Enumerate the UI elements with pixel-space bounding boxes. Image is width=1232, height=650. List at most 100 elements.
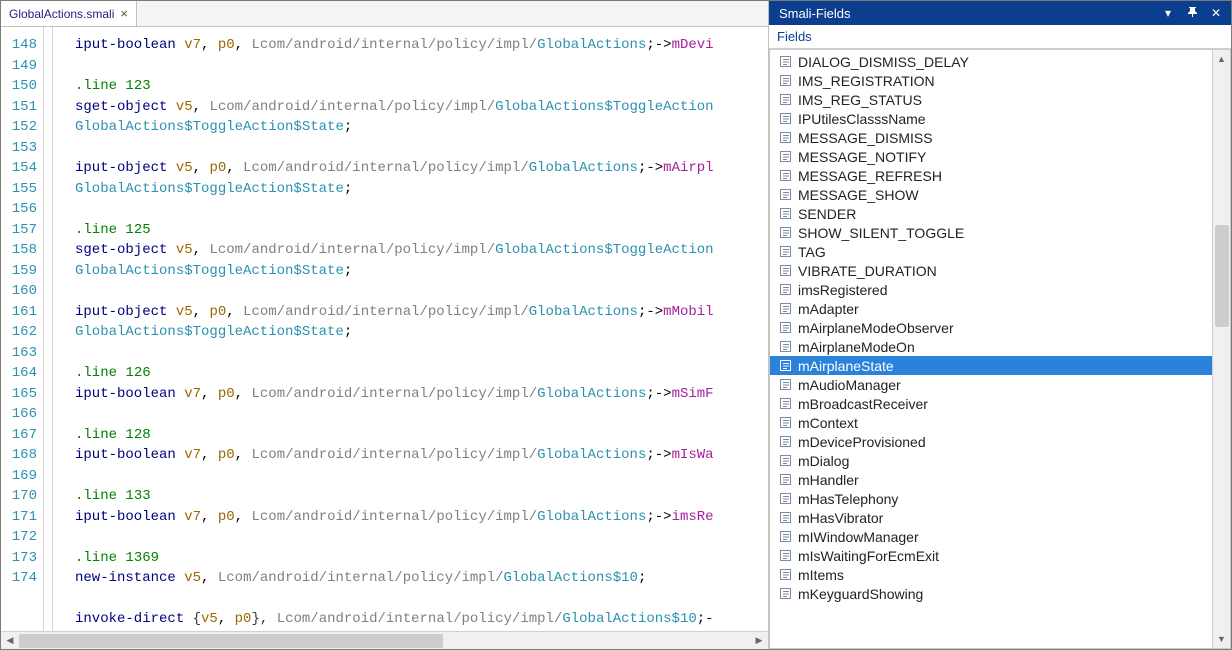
code-line[interactable]: GlobalActions;)V	[75, 630, 768, 632]
field-icon	[778, 473, 792, 487]
code-line[interactable]	[75, 199, 768, 220]
hscroll-track[interactable]	[19, 632, 750, 649]
field-item[interactable]: MESSAGE_NOTIFY	[770, 147, 1212, 166]
field-label: mIsWaitingForEcmExit	[798, 548, 939, 564]
vertical-scrollbar[interactable]: ▲ ▼	[1212, 50, 1230, 648]
field-label: mHandler	[798, 472, 859, 488]
field-item[interactable]: DIALOG_DISMISS_DELAY	[770, 52, 1212, 71]
field-label: mAdapter	[798, 301, 859, 317]
field-label: mDialog	[798, 453, 849, 469]
code-line[interactable]: iput-boolean v7, p0, Lcom/android/intern…	[75, 35, 768, 56]
code-line[interactable]: GlobalActions$ToggleAction$State;	[75, 117, 768, 138]
code-area[interactable]: 1481491501511521531541551561571581591601…	[1, 27, 768, 631]
field-item[interactable]: VIBRATE_DURATION	[770, 261, 1212, 280]
code-line[interactable]: GlobalActions$ToggleAction$State;	[75, 322, 768, 343]
code-line[interactable]	[75, 138, 768, 159]
close-icon[interactable]: ×	[120, 7, 128, 20]
code-line[interactable]: iput-boolean v7, p0, Lcom/android/intern…	[75, 507, 768, 528]
field-item[interactable]: mKeyguardShowing	[770, 584, 1212, 603]
field-item[interactable]: IMS_REG_STATUS	[770, 90, 1212, 109]
code-line[interactable]: .line 123	[75, 76, 768, 97]
field-list[interactable]: DIALOG_DISMISS_DELAYIMS_REGISTRATIONIMS_…	[770, 50, 1212, 648]
field-label: mIWindowManager	[798, 529, 919, 545]
code-line[interactable]: sget-object v5, Lcom/android/internal/po…	[75, 240, 768, 261]
code-line[interactable]	[75, 527, 768, 548]
panel-subtitle: Fields	[769, 25, 1231, 49]
field-item[interactable]: mHandler	[770, 470, 1212, 489]
field-item[interactable]: mAirplaneState	[770, 356, 1212, 375]
field-item[interactable]: IMS_REGISTRATION	[770, 71, 1212, 90]
field-item[interactable]: mHasTelephony	[770, 489, 1212, 508]
field-item[interactable]: mHasVibrator	[770, 508, 1212, 527]
field-label: mItems	[798, 567, 844, 583]
code-line[interactable]: GlobalActions$ToggleAction$State;	[75, 179, 768, 200]
code-line[interactable]	[75, 343, 768, 364]
code-line[interactable]	[75, 589, 768, 610]
field-item[interactable]: mDialog	[770, 451, 1212, 470]
hscroll-thumb[interactable]	[19, 634, 443, 648]
field-item[interactable]: mIWindowManager	[770, 527, 1212, 546]
scroll-right-icon[interactable]: ▶	[750, 632, 768, 649]
editor-pane: GlobalActions.smali × 148149150151152153…	[1, 1, 769, 649]
field-label: SHOW_SILENT_TOGGLE	[798, 225, 964, 241]
field-icon	[778, 492, 792, 506]
field-item[interactable]: MESSAGE_SHOW	[770, 185, 1212, 204]
field-label: TAG	[798, 244, 826, 260]
code-line[interactable]	[75, 56, 768, 77]
code-line[interactable]: .line 128	[75, 425, 768, 446]
field-item[interactable]: MESSAGE_DISMISS	[770, 128, 1212, 147]
field-item[interactable]: mAdapter	[770, 299, 1212, 318]
scroll-down-icon[interactable]: ▼	[1213, 630, 1230, 648]
code-line[interactable]: sget-object v5, Lcom/android/internal/po…	[75, 97, 768, 118]
field-icon	[778, 150, 792, 164]
horizontal-scrollbar[interactable]: ◀ ▶	[1, 631, 768, 649]
field-item[interactable]: mItems	[770, 565, 1212, 584]
editor-tab[interactable]: GlobalActions.smali ×	[1, 1, 137, 26]
field-icon	[778, 264, 792, 278]
field-item[interactable]: imsRegistered	[770, 280, 1212, 299]
code-body[interactable]: iput-boolean v7, p0, Lcom/android/intern…	[61, 27, 768, 631]
field-item[interactable]: TAG	[770, 242, 1212, 261]
code-line[interactable]: iput-boolean v7, p0, Lcom/android/intern…	[75, 445, 768, 466]
vscroll-thumb[interactable]	[1215, 225, 1229, 326]
field-item[interactable]: SHOW_SILENT_TOGGLE	[770, 223, 1212, 242]
close-icon[interactable]: ✕	[1207, 6, 1225, 20]
field-label: MESSAGE_DISMISS	[798, 130, 933, 146]
field-item[interactable]: SENDER	[770, 204, 1212, 223]
field-item[interactable]: MESSAGE_REFRESH	[770, 166, 1212, 185]
code-line[interactable]: .line 1369	[75, 548, 768, 569]
field-icon	[778, 378, 792, 392]
field-item[interactable]: mContext	[770, 413, 1212, 432]
panel-header: Smali-Fields ▾ ✕	[769, 1, 1231, 25]
field-item[interactable]: mAirplaneModeObserver	[770, 318, 1212, 337]
code-line[interactable]	[75, 404, 768, 425]
scroll-left-icon[interactable]: ◀	[1, 632, 19, 649]
scroll-up-icon[interactable]: ▲	[1213, 50, 1230, 68]
panel-title: Smali-Fields	[779, 6, 1153, 21]
code-line[interactable]: iput-boolean v7, p0, Lcom/android/intern…	[75, 384, 768, 405]
field-item[interactable]: mBroadcastReceiver	[770, 394, 1212, 413]
code-line[interactable]: new-instance v5, Lcom/android/internal/p…	[75, 568, 768, 589]
vscroll-track[interactable]	[1213, 68, 1230, 630]
code-line[interactable]: iput-object v5, p0, Lcom/android/interna…	[75, 158, 768, 179]
field-item[interactable]: mIsWaitingForEcmExit	[770, 546, 1212, 565]
field-label: MESSAGE_SHOW	[798, 187, 919, 203]
field-label: mContext	[798, 415, 858, 431]
field-label: mAirplaneState	[798, 358, 894, 374]
code-line[interactable]: .line 133	[75, 486, 768, 507]
field-item[interactable]: mAirplaneModeOn	[770, 337, 1212, 356]
field-item[interactable]: mDeviceProvisioned	[770, 432, 1212, 451]
code-line[interactable]: .line 125	[75, 220, 768, 241]
code-line[interactable]	[75, 466, 768, 487]
code-line[interactable]: iput-object v5, p0, Lcom/android/interna…	[75, 302, 768, 323]
field-item[interactable]: mAudioManager	[770, 375, 1212, 394]
dropdown-icon[interactable]: ▾	[1159, 6, 1177, 20]
pin-icon[interactable]	[1183, 6, 1201, 20]
code-line[interactable]: GlobalActions$ToggleAction$State;	[75, 261, 768, 282]
field-label: mAirplaneModeOn	[798, 339, 915, 355]
code-line[interactable]	[75, 281, 768, 302]
field-icon	[778, 188, 792, 202]
code-line[interactable]: .line 126	[75, 363, 768, 384]
code-line[interactable]: invoke-direct {v5, p0}, Lcom/android/int…	[75, 609, 768, 630]
field-item[interactable]: IPUtilesClasssName	[770, 109, 1212, 128]
